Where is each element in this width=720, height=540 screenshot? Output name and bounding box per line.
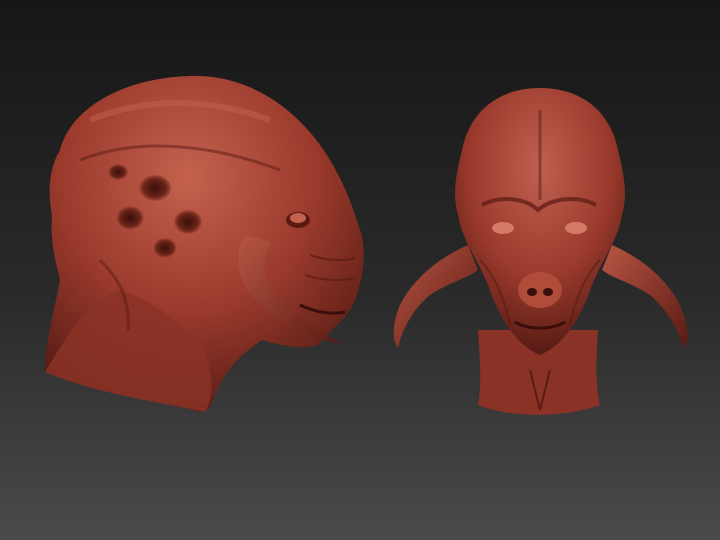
skull-pit	[108, 164, 128, 180]
skull-pit	[139, 175, 171, 201]
skull-pit	[116, 206, 144, 230]
viewport-canvas	[0, 0, 720, 540]
sculpt-viewport[interactable]	[0, 0, 720, 540]
skull-pit	[174, 210, 202, 234]
skull-pit	[153, 238, 177, 258]
